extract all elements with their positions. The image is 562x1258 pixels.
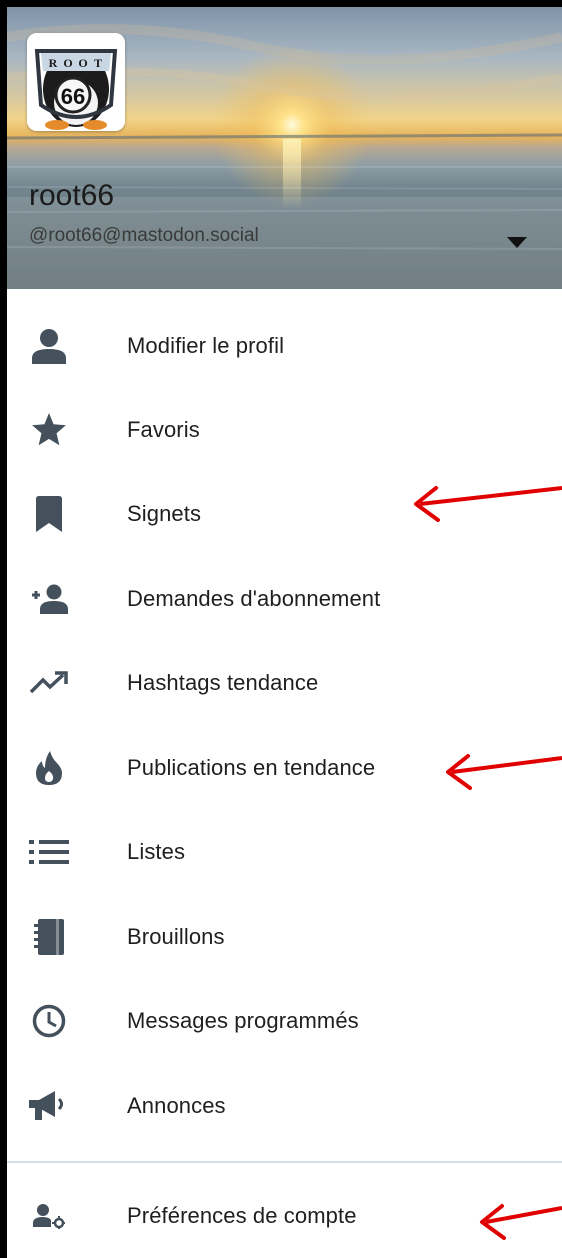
menu-item-favourites[interactable]: Favoris: [7, 388, 562, 472]
menu-divider: [7, 1161, 562, 1163]
menu-label: Hashtags tendance: [127, 670, 319, 695]
menu-item-follow-requests[interactable]: Demandes d'abonnement: [7, 557, 562, 641]
menu-label: Messages programmés: [127, 1008, 359, 1033]
menu-label: Publications en tendance: [127, 755, 376, 780]
app-frame: R O O T 66 root66 @root66@mastodon.socia…: [0, 0, 562, 1258]
menu-item-edit-profile[interactable]: Modifier le profil: [7, 304, 562, 388]
clock-icon: [25, 997, 73, 1045]
menu-item-scheduled[interactable]: Messages programmés: [7, 979, 562, 1063]
svg-text:O: O: [78, 56, 87, 70]
avatar[interactable]: R O O T 66: [27, 33, 125, 131]
account-header[interactable]: R O O T 66 root66 @root66@mastodon.socia…: [7, 7, 562, 289]
caret-down-icon: [507, 237, 527, 248]
flame-icon: [25, 744, 73, 792]
trending-icon: [25, 659, 73, 707]
menu-label: Listes: [127, 839, 186, 864]
person-add-icon: [25, 575, 73, 623]
svg-text:R: R: [49, 56, 58, 70]
svg-text:O: O: [63, 56, 72, 70]
annotation-arrow-bookmarks: [414, 486, 562, 522]
svg-text:66: 66: [61, 84, 85, 109]
menu-label: Annonces: [127, 1093, 226, 1118]
menu-label: Modifier le profil: [127, 333, 285, 358]
account-dropdown-button[interactable]: [503, 229, 531, 257]
menu-item-lists[interactable]: Listes: [7, 810, 562, 894]
person-icon: [25, 322, 73, 370]
navigation-drawer: R O O T 66 root66 @root66@mastodon.socia…: [7, 7, 562, 1258]
annotation-arrow-trending-posts: [446, 754, 562, 790]
annotation-arrow-account-preferences: [480, 1204, 562, 1240]
menu-label: Préférences de compte: [127, 1203, 357, 1228]
list-icon: [25, 828, 73, 876]
bookmark-icon: [25, 490, 73, 538]
display-name: root66: [29, 179, 115, 212]
menu-item-announcements[interactable]: Annonces: [7, 1064, 562, 1148]
menu-label: Brouillons: [127, 924, 225, 949]
menu-item-trending-hashtags[interactable]: Hashtags tendance: [7, 641, 562, 725]
account-handle: @root66@mastodon.social: [29, 225, 259, 246]
menu-label: Demandes d'abonnement: [127, 586, 381, 611]
notebook-icon: [25, 913, 73, 961]
menu-label: Signets: [127, 501, 202, 526]
root66-logo-avatar: R O O T 66: [27, 33, 125, 131]
megaphone-icon: [25, 1082, 73, 1130]
menu-label: Favoris: [127, 417, 200, 442]
svg-text:T: T: [94, 56, 102, 70]
menu-item-drafts[interactable]: Brouillons: [7, 895, 562, 979]
star-icon: [25, 406, 73, 454]
account-settings-icon: [25, 1192, 73, 1240]
